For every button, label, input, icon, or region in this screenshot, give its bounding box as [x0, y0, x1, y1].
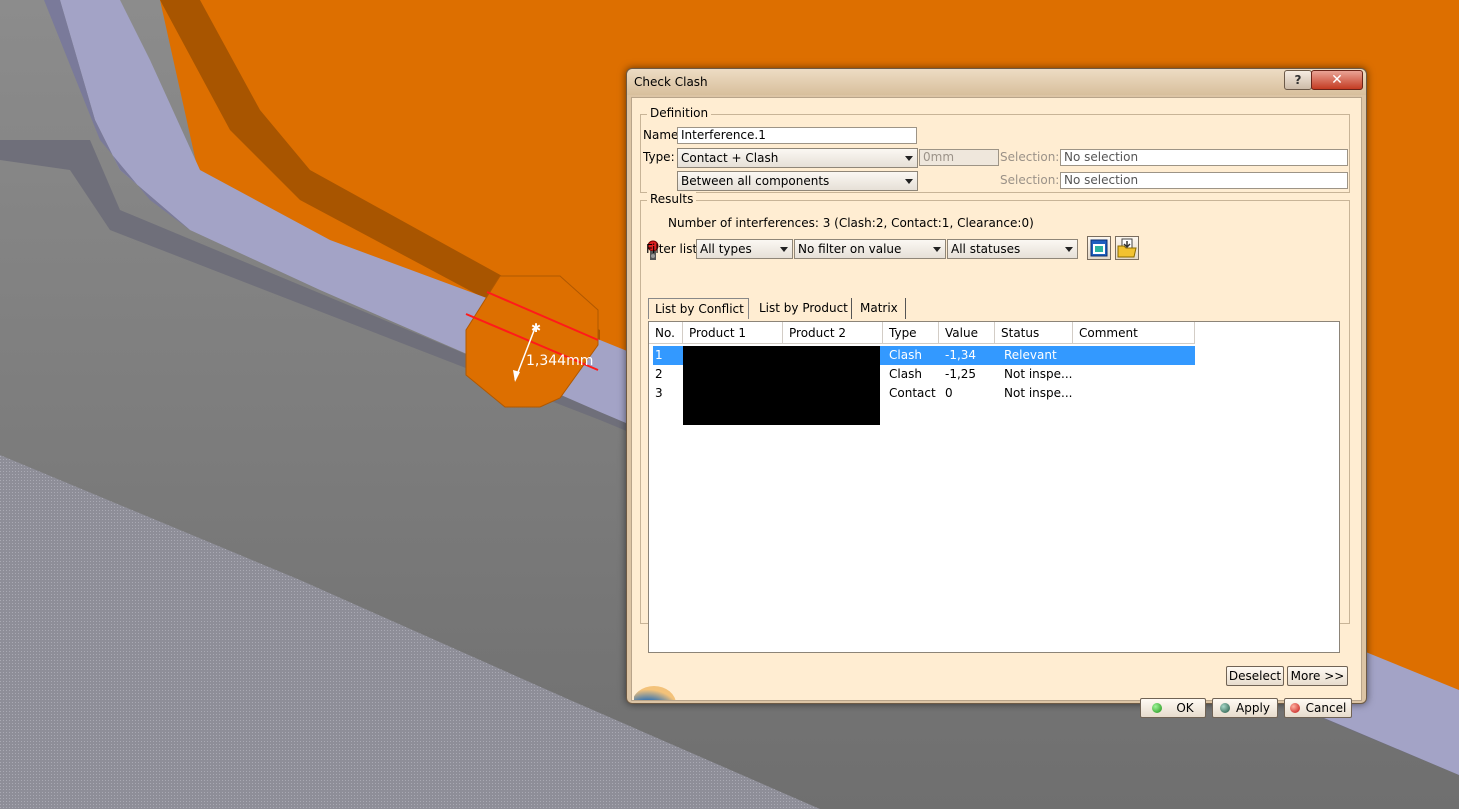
definition-group: Definition Name: Interference.1 Type: Co…	[640, 106, 1350, 193]
chevron-down-icon	[933, 247, 941, 252]
tab-list-by-product[interactable]: List by Product	[753, 298, 852, 319]
globe-icon	[634, 686, 676, 700]
folder-export-icon	[1117, 238, 1137, 258]
row-status: Not inspe...	[1004, 367, 1073, 381]
interference-summary: Number of interferences: 3 (Clash:2, Con…	[668, 216, 1034, 230]
column-header-product2[interactable]: Product 2	[783, 322, 883, 344]
tab-list-by-conflict[interactable]: List by Conflict	[648, 298, 749, 319]
cancel-button[interactable]: Cancel	[1284, 698, 1352, 718]
column-header-comment[interactable]: Comment	[1073, 322, 1195, 344]
chevron-down-icon	[905, 156, 913, 161]
row-type: Clash	[889, 367, 922, 381]
column-header-no[interactable]: No.	[649, 322, 683, 344]
name-field[interactable]: Interference.1	[677, 127, 917, 144]
definition-legend: Definition	[647, 106, 712, 120]
results-legend: Results	[647, 192, 697, 206]
filter-value-value: No filter on value	[798, 242, 902, 256]
window-icon	[1090, 239, 1108, 257]
clearance-field: 0mm	[919, 149, 999, 166]
type-dropdown[interactable]: Contact + Clash	[677, 148, 918, 168]
dimension-marker: ✱	[531, 321, 541, 335]
dark-dot-icon	[1220, 703, 1231, 713]
selection2-field[interactable]: No selection	[1060, 172, 1348, 189]
selection1-field[interactable]: No selection	[1060, 149, 1348, 166]
mode-dropdown-value: Between all components	[681, 174, 830, 188]
green-dot-icon	[1152, 703, 1163, 713]
filter-label: Filter list:	[646, 242, 702, 256]
dialog-titlebar[interactable]: Check Clash ? ✕	[627, 69, 1366, 95]
red-dot-icon	[1289, 703, 1300, 713]
check-clash-dialog: Check Clash ? ✕ Definition Name: Interfe…	[626, 68, 1367, 718]
export-report-button[interactable]	[1115, 236, 1139, 260]
row-no: 2	[655, 367, 663, 381]
redacted-product-names	[683, 346, 880, 425]
close-button[interactable]: ✕	[1311, 70, 1363, 90]
dimension-label: 1,344mm	[526, 353, 594, 369]
column-header-type[interactable]: Type	[883, 322, 939, 344]
ok-label: OK	[1176, 701, 1194, 715]
row-value: -1,25	[945, 367, 977, 381]
row-type: Contact	[889, 386, 936, 400]
tab-matrix[interactable]: Matrix	[854, 298, 906, 319]
filter-types-value: All types	[700, 242, 752, 256]
row-value: 0	[945, 386, 953, 400]
row-status: Relevant	[1004, 348, 1057, 362]
filter-value-dropdown[interactable]: No filter on value	[794, 239, 946, 259]
conflict-list[interactable]: No. Product 1 Product 2 Type Value Statu…	[648, 321, 1340, 653]
type-dropdown-value: Contact + Clash	[681, 151, 779, 165]
help-button[interactable]: ?	[1284, 70, 1312, 90]
apply-label: Apply	[1236, 701, 1270, 715]
dialog-title: Check Clash	[634, 75, 708, 89]
row-type: Clash	[889, 348, 922, 362]
chevron-down-icon	[1065, 247, 1073, 252]
type-label: Type:	[643, 150, 675, 164]
row-status: Not inspe...	[1004, 386, 1073, 400]
row-value: -1,34	[945, 348, 977, 362]
filter-status-dropdown[interactable]: All statuses	[947, 239, 1078, 259]
filter-types-dropdown[interactable]: All types	[696, 239, 793, 259]
row-no: 1	[655, 348, 663, 362]
preview-window-button[interactable]	[1087, 236, 1111, 260]
chevron-down-icon	[905, 179, 913, 184]
mode-dropdown[interactable]: Between all components	[677, 171, 918, 191]
row-no: 3	[655, 386, 663, 400]
dialog-client-area: Definition Name: Interference.1 Type: Co…	[631, 97, 1362, 718]
chevron-down-icon	[780, 247, 788, 252]
column-header-status[interactable]: Status	[995, 322, 1073, 344]
apply-button[interactable]: Apply	[1212, 698, 1278, 718]
column-header-value[interactable]: Value	[939, 322, 995, 344]
ok-button[interactable]: OK	[1140, 698, 1206, 718]
filter-status-value: All statuses	[951, 242, 1021, 256]
column-header-product1[interactable]: Product 1	[683, 322, 783, 344]
cancel-label: Cancel	[1305, 701, 1347, 715]
deselect-button[interactable]: Deselect	[1226, 666, 1284, 686]
more-button[interactable]: More >>	[1287, 666, 1348, 686]
